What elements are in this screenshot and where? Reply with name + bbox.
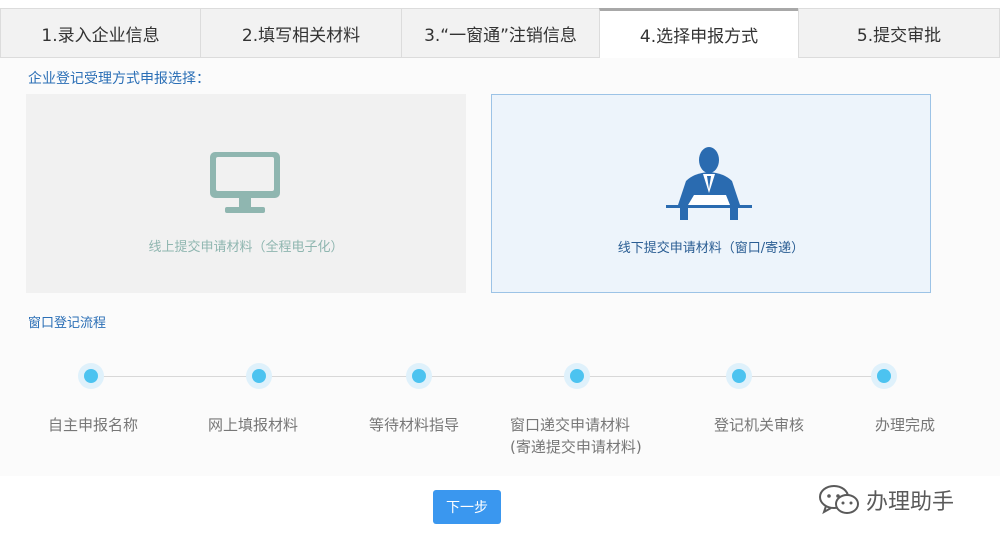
watermark-text: 办理助手 [866,490,955,515]
tab-enter-company-info[interactable]: 1.录入企业信息 [0,8,200,58]
tab-deregistration-info[interactable]: 3.“一窗通”注销信息 [401,8,599,58]
wechat-icon [819,485,859,515]
watermark: 办理助手 [818,484,954,516]
tab-label: 2.填写相关材料 [241,25,361,46]
flow-step-label: 登记机关审核 [714,416,805,434]
flow-step-dot [78,363,104,389]
main-content: 企业登记受理方式申报选择： 线上提交申请材料（全程电子化） 线下提交申请材料（窗… [0,58,1000,476]
flow-step-dot [406,363,432,389]
tab-label: 3.“一窗通”注销信息 [424,25,577,46]
monitor-icon [210,152,280,213]
flow-step-dot [726,363,752,389]
flow-step-label: 办理完成 [875,416,936,434]
tab-submit-approval[interactable]: 5.提交审批 [798,8,1000,58]
flow-step-dot [564,363,590,389]
flow-step-dot [871,363,897,389]
offline-submission-option[interactable]: 线下提交申请材料（窗口/寄递） [491,94,931,293]
online-submission-option[interactable]: 线上提交申请材料（全程电子化） [26,94,466,293]
tab-label: 1.录入企业信息 [41,25,160,46]
tab-label: 5.提交审批 [856,25,942,46]
step-tabs: 1.录入企业信息 2.填写相关材料 3.“一窗通”注销信息 4.选择申报方式 5… [0,8,1000,58]
flow-connector-line [92,376,885,377]
flow-step-dot [246,363,272,389]
flow-title: 窗口登记流程 [28,316,107,331]
flow-step-label: 自主申报名称 [48,416,139,434]
tab-fill-materials[interactable]: 2.填写相关材料 [200,8,401,58]
offline-option-label: 线下提交申请材料（窗口/寄递） [617,241,805,256]
clerk-at-desk-icon [666,147,752,220]
flow-step-label: 窗口递交申请材料 (寄递提交申请材料) [510,416,642,456]
online-option-label: 线上提交申请材料（全程电子化） [148,240,344,255]
section-title: 企业登记受理方式申报选择： [28,71,210,87]
next-step-button[interactable]: 下一步 [433,490,501,524]
flow-step-label: 等待材料指导 [369,416,460,434]
tab-label: 4.选择申报方式 [639,27,759,47]
flow-step-label: 网上填报材料 [208,416,299,434]
tab-choose-filing-method[interactable]: 4.选择申报方式 [599,8,798,58]
